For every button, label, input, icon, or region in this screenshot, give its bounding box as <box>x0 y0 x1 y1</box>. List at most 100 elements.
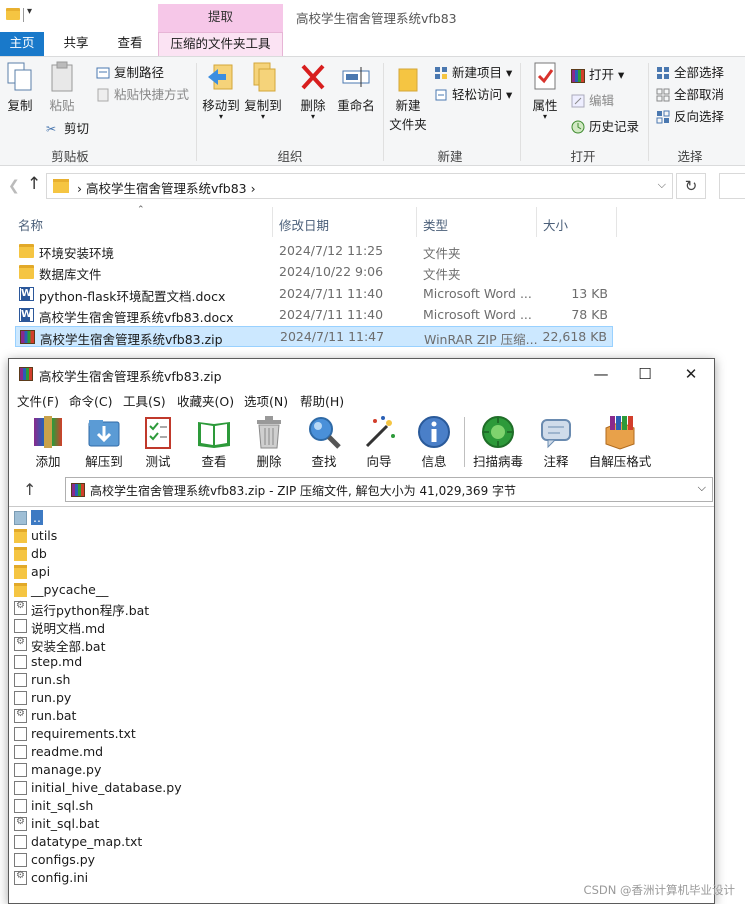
paste-button[interactable]: 粘贴 <box>44 61 80 114</box>
copy-to-dropdown-icon: ▾ <box>260 112 265 121</box>
up-arrow-icon[interactable]: ↑ <box>27 174 41 194</box>
address-bar[interactable]: › 高校学生宿舍管理系统vfb83 › ⌵ <box>46 173 673 199</box>
cut-label: 剪切 <box>64 121 90 136</box>
history-button[interactable]: 历史记录 <box>571 117 639 137</box>
divider[interactable] <box>272 207 273 237</box>
file-row[interactable]: 环境安装环境 2024/7/12 11:25 文件夹 <box>15 241 613 262</box>
maximize-button[interactable]: ☐ <box>623 363 667 387</box>
refresh-icon: ↻ <box>684 177 698 195</box>
sfx-button[interactable]: 自解压格式 <box>584 414 656 470</box>
select-all-label: 全部选择 <box>674 65 725 80</box>
tab-compressed-folder-tools[interactable]: 压缩的文件夹工具 <box>158 32 283 56</box>
breadcrumb-current[interactable]: 高校学生宿舍管理系统vfb83 <box>86 181 247 196</box>
close-button[interactable]: ✕ <box>669 363 713 387</box>
select-all-button[interactable]: 全部选择 <box>656 63 724 83</box>
open-button[interactable]: 打开 ▾ <box>571 65 624 85</box>
properties-button[interactable]: 属性 ▾ <box>528 61 562 121</box>
move-to-dropdown-icon: ▾ <box>218 112 223 121</box>
add-button[interactable]: 添加 <box>20 414 76 470</box>
entry-name: 运行python程序.bat <box>31 603 150 618</box>
move-to-button[interactable]: 移动到 ▾ <box>202 61 240 121</box>
file-row[interactable]: python-flask环境配置文档.docx 2024/7/11 11:40 … <box>15 284 613 305</box>
view-button[interactable]: 查看 <box>186 414 242 470</box>
file-name: 高校学生宿舍管理系统vfb83.docx <box>39 310 234 325</box>
menu-tools[interactable]: 工具(S) <box>123 391 166 410</box>
copy-button[interactable]: 复制 <box>4 61 36 114</box>
copy-to-button[interactable]: 复制到 ▾ <box>243 61 283 121</box>
rename-button[interactable]: 重命名 <box>336 61 376 114</box>
scan-virus-button[interactable]: 扫描病毒 <box>470 414 526 470</box>
file-row-selected[interactable]: 高校学生宿舍管理系统vfb83.zip 2024/7/11 11:47 WinR… <box>15 326 613 347</box>
quick-access-dropdown-icon[interactable]: ▾ <box>27 6 32 17</box>
rename-icon <box>341 61 371 93</box>
copy-path-button[interactable]: 复制路径 <box>96 63 164 83</box>
column-name[interactable]: 名称 <box>18 215 43 234</box>
easy-access-button[interactable]: 轻松访问 ▾ <box>434 85 512 105</box>
column-type[interactable]: 类型 <box>423 215 448 234</box>
trash-icon <box>251 414 287 450</box>
menu-options[interactable]: 选项(N) <box>244 391 288 410</box>
file-icon <box>14 853 27 867</box>
menu-file[interactable]: 文件(F) <box>17 391 59 410</box>
tab-home[interactable]: 主页 <box>0 32 44 56</box>
delete-button[interactable]: 删除 ▾ <box>296 61 330 121</box>
archive-path-dropdown[interactable]: 高校学生宿舍管理系统vfb83.zip - ZIP 压缩文件, 解包大小为 41… <box>65 477 713 502</box>
back-arrow-icon[interactable]: ❮ <box>8 178 20 194</box>
parent-folder-icon <box>14 511 27 525</box>
info-label: 信息 <box>421 454 447 469</box>
minimize-button[interactable]: — <box>579 363 623 387</box>
tab-share[interactable]: 共享 <box>52 32 100 56</box>
find-button[interactable]: 查找 <box>296 414 352 470</box>
test-label: 测试 <box>145 454 171 469</box>
move-to-icon <box>206 61 236 93</box>
file-row[interactable]: 高校学生宿舍管理系统vfb83.docx 2024/7/11 11:40 Mic… <box>15 305 613 326</box>
sfx-label: 自解压格式 <box>588 454 652 469</box>
select-none-label: 全部取消 <box>674 87 725 102</box>
new-folder-button[interactable]: 新建 文件夹 <box>388 61 428 133</box>
folder-icon <box>14 583 27 597</box>
column-size[interactable]: 大小 <box>543 215 568 234</box>
entry-name: init_sql.bat <box>31 816 100 831</box>
sort-caret-icon: ⌃ <box>137 205 145 215</box>
tab-view[interactable]: 查看 <box>106 32 154 56</box>
select-none-button[interactable]: 全部取消 <box>656 85 724 105</box>
properties-dropdown-icon: ▾ <box>542 112 547 121</box>
file-icon <box>14 655 27 669</box>
column-date[interactable]: 修改日期 <box>279 215 329 234</box>
menu-help[interactable]: 帮助(H) <box>300 391 344 410</box>
wizard-button[interactable]: 向导 <box>351 414 407 470</box>
file-date: 2024/7/11 11:40 <box>279 286 384 301</box>
entry-name: datatype_map.txt <box>31 834 143 849</box>
folder-icon[interactable] <box>6 8 20 20</box>
chevron-down-icon[interactable]: ⌵ <box>658 178 666 192</box>
menu-favorites[interactable]: 收藏夹(O) <box>177 391 234 410</box>
divider[interactable] <box>616 207 617 237</box>
edit-button[interactable]: 编辑 <box>571 91 614 111</box>
cut-button[interactable]: ✂ 剪切 <box>46 119 89 139</box>
menu-commands[interactable]: 命令(C) <box>69 391 112 410</box>
minimize-icon: — <box>593 365 609 383</box>
paste-shortcut-button[interactable]: 粘贴快捷方式 <box>96 85 189 105</box>
chevron-down-icon[interactable]: ⌵ <box>698 481 706 495</box>
comment-button[interactable]: 注释 <box>528 414 584 470</box>
refresh-button[interactable]: ↻ <box>676 173 706 199</box>
test-button[interactable]: 测试 <box>130 414 186 470</box>
new-item-button[interactable]: 新建项目 ▾ <box>434 63 512 83</box>
invert-selection-button[interactable]: 反向选择 <box>656 107 724 127</box>
extract-folder-icon <box>86 414 122 450</box>
winrar-window: 高校学生宿舍管理系统vfb83.zip — ☐ ✕ 文件(F) 命令(C) 工具… <box>8 358 715 904</box>
divider[interactable] <box>416 207 417 237</box>
search-input[interactable] <box>719 173 745 199</box>
breadcrumb[interactable]: › 高校学生宿舍管理系统vfb83 › <box>77 178 256 197</box>
open-label: 打开 <box>589 67 615 82</box>
extract-to-button[interactable]: 解压到 <box>76 414 132 470</box>
folder-icon <box>19 265 34 279</box>
divider <box>520 63 521 161</box>
up-arrow-icon[interactable]: ↑ <box>23 480 36 499</box>
delete-button[interactable]: 删除 <box>241 414 297 470</box>
file-date: 2024/7/11 11:40 <box>279 307 384 322</box>
info-button[interactable]: 信息 <box>406 414 462 470</box>
paste-icon <box>47 61 77 93</box>
divider[interactable] <box>536 207 537 237</box>
file-row[interactable]: 数据库文件 2024/10/22 9:06 文件夹 <box>15 262 613 283</box>
